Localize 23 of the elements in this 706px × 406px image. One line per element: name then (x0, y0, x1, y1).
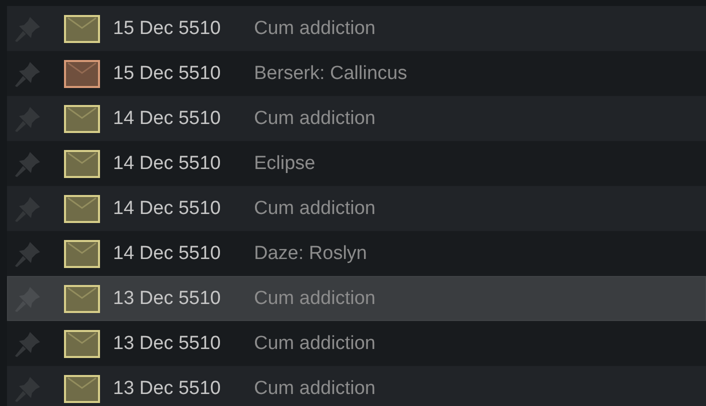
message-row[interactable]: 13 Dec 5510 Cum addiction (7, 366, 706, 406)
message-title: Daze: Roslyn (254, 242, 367, 264)
message-title: Cum addiction (254, 198, 376, 220)
message-title: Cum addiction (254, 332, 376, 354)
message-date: 14 Dec 5510 (113, 242, 222, 264)
message-row[interactable]: 13 Dec 5510 Cum addiction (7, 276, 706, 321)
message-title: Cum addiction (254, 18, 376, 40)
message-date: 13 Dec 5510 (113, 288, 222, 310)
message-title: Cum addiction (254, 378, 376, 400)
message-date: 14 Dec 5510 (113, 152, 222, 174)
message-title: Cum addiction (254, 108, 376, 130)
message-row[interactable]: 15 Dec 5510 Cum addiction (7, 6, 706, 51)
message-date: 14 Dec 5510 (113, 108, 222, 130)
message-title: Berserk: Callincus (254, 62, 408, 84)
message-date: 15 Dec 5510 (113, 62, 222, 84)
message-date: 13 Dec 5510 (113, 332, 222, 354)
message-row[interactable]: 14 Dec 5510 Cum addiction (7, 96, 706, 141)
message-date: 15 Dec 5510 (113, 18, 222, 40)
message-title: Cum addiction (254, 288, 376, 310)
message-title: Eclipse (254, 152, 316, 174)
message-date: 13 Dec 5510 (113, 378, 222, 400)
message-date: 14 Dec 5510 (113, 198, 222, 220)
message-row[interactable]: 14 Dec 5510 Cum addiction (7, 186, 706, 231)
